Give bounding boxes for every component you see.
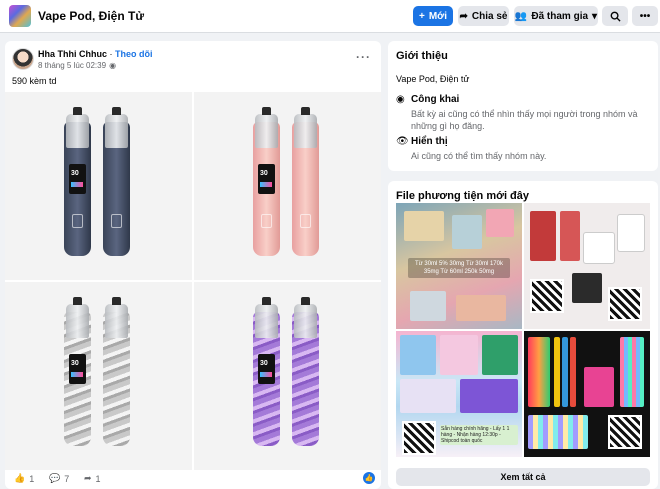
media-caption: Từ 30ml 5% 30mg Từ 30ml 170k 35mg Từ 60m… xyxy=(408,258,510,278)
post-card: Hha Thhi Chhuc · Theo dõi 8 tháng 5 lúc … xyxy=(5,41,381,489)
device-screen: 30 xyxy=(258,164,275,194)
pod-device: 30 xyxy=(253,107,280,256)
like-reaction-icon[interactable]: 👍 xyxy=(363,472,375,484)
photo-purple-pods[interactable]: 30 xyxy=(194,282,381,470)
media-thumbnail[interactable] xyxy=(524,331,650,457)
about-description: Vape Pod, Điện tử xyxy=(396,74,470,84)
post-menu-icon[interactable]: ··· xyxy=(356,50,371,64)
device-screen: 30 xyxy=(69,164,86,194)
like-count: 1 xyxy=(29,473,35,484)
recent-media-card: File phương tiện mới đây Từ 30ml 5% 30mg… xyxy=(388,181,658,489)
pod-device xyxy=(103,297,130,446)
share-arrow-icon: ➦ xyxy=(459,10,468,22)
about-card: Giới thiệu Vape Pod, Điện tử ◉ Công khai… xyxy=(388,41,658,171)
visibility-visible: 👁 Hiển thị Ai cũng có thể tìm thấy nhóm … xyxy=(396,136,651,162)
post-text: 590 kèm td xyxy=(12,76,57,86)
device-screen: 30 xyxy=(258,354,275,384)
group-avatar[interactable] xyxy=(9,5,31,27)
comment-button[interactable]: 💬 7 xyxy=(49,473,69,484)
new-post-button[interactable]: + Mới xyxy=(413,6,453,26)
device-screen: 30 xyxy=(69,354,86,384)
see-all-button[interactable]: Xem tất cả xyxy=(396,468,650,486)
share-count: 1 xyxy=(95,473,101,484)
comment-icon: 💬 xyxy=(49,473,61,483)
post-photo-grid: 30 30 30 30 xyxy=(5,92,381,477)
media-title: File phương tiện mới đây xyxy=(396,190,530,202)
privacy-public: ◉ Công khai Bất kỳ ai cũng có thể nhìn t… xyxy=(396,94,651,132)
qr-caption: Sẵn hàng chính hãng - Lấy 1 1 hàng - Nhậ… xyxy=(440,425,518,445)
new-post-label: Mới xyxy=(428,10,448,22)
pod-device: 30 xyxy=(64,107,91,256)
plus-icon: + xyxy=(418,10,425,22)
thumbs-up-icon: 👍 xyxy=(14,473,26,483)
pod-device: 30 xyxy=(253,297,280,446)
pod-device xyxy=(292,107,319,256)
members-icon: 👥 xyxy=(514,10,528,22)
eye-icon: 👁 xyxy=(396,136,409,147)
joined-button[interactable]: 👥 Đã tham gia ▾ xyxy=(514,6,598,26)
joined-label: Đã tham gia xyxy=(531,10,589,22)
share-button[interactable]: ➦ Chia sẻ xyxy=(458,6,509,26)
public-description: Bất kỳ ai cũng có thể nhìn thấy mọi ngườ… xyxy=(411,109,638,131)
search-icon xyxy=(610,11,621,22)
post-time-text: 8 tháng 5 lúc 02:39 xyxy=(38,61,107,70)
follow-link[interactable]: Theo dõi xyxy=(115,49,153,59)
more-options-button[interactable]: ••• xyxy=(632,6,658,26)
group-header: Vape Pod, Điện Tử + Mới ➦ Chia sẻ 👥 Đã t… xyxy=(0,0,660,33)
globe-icon: ◉ xyxy=(109,61,117,70)
share-label: Chia sẻ xyxy=(471,10,508,22)
globe-icon: ◉ xyxy=(396,94,405,105)
comment-count: 7 xyxy=(64,473,70,484)
public-title: Công khai xyxy=(411,94,460,105)
more-dots-icon: ••• xyxy=(639,10,651,22)
post-share-button[interactable]: ➦ 1 xyxy=(84,473,101,484)
visible-title: Hiển thị xyxy=(411,136,448,147)
author-avatar[interactable] xyxy=(12,48,34,70)
author-name[interactable]: Hha Thhi Chhuc xyxy=(38,49,107,59)
media-thumbnail[interactable] xyxy=(524,203,650,329)
pod-device xyxy=(103,107,130,256)
pod-device: 30 xyxy=(64,297,91,446)
chevron-down-icon: ▾ xyxy=(592,10,598,22)
search-button[interactable] xyxy=(602,6,628,26)
photo-pink-pods[interactable]: 30 xyxy=(194,92,381,280)
post-actions: 👍 1 💬 7 ➦ 1 👍 xyxy=(5,468,381,489)
like-button[interactable]: 👍 1 xyxy=(14,473,34,484)
pod-device xyxy=(292,297,319,446)
photo-silver-pods[interactable]: 30 xyxy=(5,282,192,470)
group-title[interactable]: Vape Pod, Điện Tử xyxy=(38,9,144,23)
share-icon: ➦ xyxy=(84,473,92,483)
post-timestamp[interactable]: 8 tháng 5 lúc 02:39 ◉ xyxy=(38,61,116,70)
photo-navy-pods[interactable]: 30 xyxy=(5,92,192,280)
about-title: Giới thiệu xyxy=(396,50,448,62)
media-thumbnail[interactable]: Từ 30ml 5% 30mg Từ 30ml 170k 35mg Từ 60m… xyxy=(396,203,522,329)
visible-description: Ai cũng có thể tìm thấy nhóm này. xyxy=(411,151,547,161)
media-thumbnail[interactable]: Sẵn hàng chính hãng - Lấy 1 1 hàng - Nhậ… xyxy=(396,331,522,457)
